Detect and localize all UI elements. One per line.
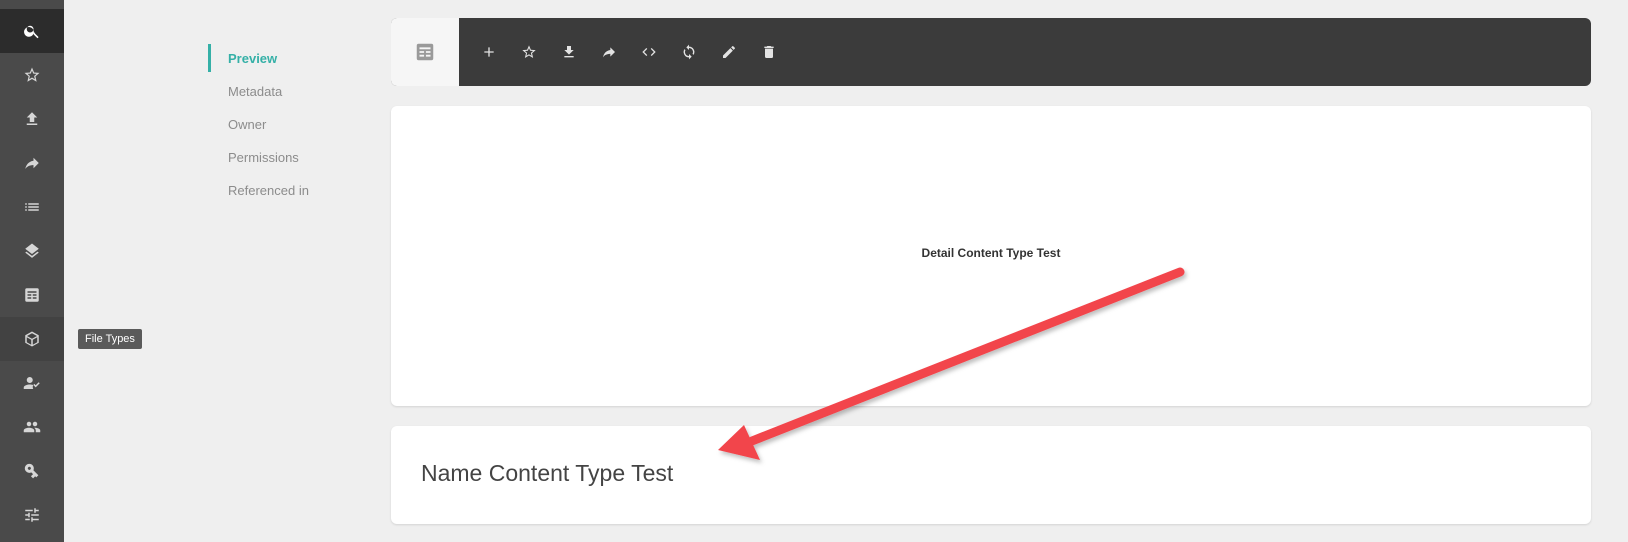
search-icon: [24, 25, 39, 39]
delete-icon: [764, 46, 774, 58]
rail-layers[interactable]: [0, 229, 64, 273]
tooltip: File Types: [78, 329, 142, 349]
sync-icon: [683, 44, 695, 60]
icon-rail: [0, 0, 64, 542]
upload-icon: [26, 112, 38, 125]
rail-search[interactable]: [0, 9, 64, 53]
rail-content-types[interactable]: [0, 273, 64, 317]
star-icon: [24, 67, 40, 82]
rail-users[interactable]: [0, 361, 64, 405]
star-icon: [522, 45, 536, 58]
rail-list[interactable]: [0, 185, 64, 229]
subnav-label: Permissions: [228, 149, 299, 165]
content-name-title: Name Content Type Test: [421, 460, 674, 486]
subnav-label: Referenced in: [228, 182, 309, 198]
subnav-label: Metadata: [228, 83, 283, 99]
subnav-permissions[interactable]: Permissions: [208, 143, 368, 171]
share-button[interactable]: [597, 40, 621, 64]
list-icon: [25, 203, 39, 211]
rail-keys[interactable]: [0, 449, 64, 493]
group-icon: [23, 421, 41, 433]
delete-button[interactable]: [757, 40, 781, 64]
subnav-referenced-in[interactable]: Referenced in: [208, 176, 368, 204]
cube-icon: [25, 331, 39, 347]
add-button[interactable]: [477, 40, 501, 64]
preview-text: Detail Content Type Test: [921, 246, 1061, 260]
edit-button[interactable]: [717, 40, 741, 64]
favorite-button[interactable]: [517, 40, 541, 64]
subnav-owner[interactable]: Owner: [208, 110, 368, 138]
edit-icon: [723, 46, 735, 58]
code-icon: [642, 48, 656, 56]
refresh-button[interactable]: [677, 40, 701, 64]
subnav-preview[interactable]: Preview: [208, 44, 368, 72]
name-card: Name Content Type Test: [391, 426, 1591, 524]
download-button[interactable]: [557, 40, 581, 64]
rail-share[interactable]: [0, 141, 64, 185]
download-icon: [564, 46, 574, 58]
active-indicator: [208, 44, 211, 72]
content-type-badge: [391, 18, 459, 86]
preview-card: Detail Content Type Test: [391, 106, 1591, 406]
layers-icon: [25, 243, 39, 258]
share-icon: [603, 47, 615, 58]
rail-upload[interactable]: [0, 97, 64, 141]
key-icon: [24, 463, 39, 479]
embed-button[interactable]: [637, 40, 661, 64]
content-type-icon: [416, 43, 434, 61]
rail-groups[interactable]: [0, 405, 64, 449]
rail-settings[interactable]: [0, 493, 64, 537]
detail-toolbar: [391, 18, 1591, 86]
rail-favorites[interactable]: [0, 53, 64, 97]
tune-icon: [25, 508, 39, 522]
subnav-metadata[interactable]: Metadata: [208, 77, 368, 105]
share-icon: [25, 157, 39, 169]
add-icon: [484, 47, 494, 57]
subnav-label: Preview: [228, 50, 278, 66]
rail-file-types[interactable]: [0, 317, 64, 361]
subnav-label: Owner: [228, 116, 267, 132]
person-check-icon: [23, 377, 40, 389]
table-icon: [25, 288, 39, 302]
